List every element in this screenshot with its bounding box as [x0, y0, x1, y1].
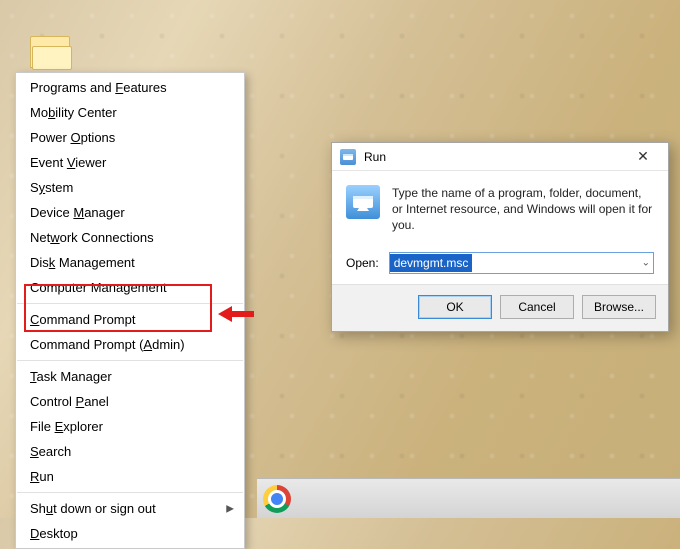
- menu-run[interactable]: Run: [16, 464, 244, 489]
- menu-system[interactable]: System: [16, 175, 244, 200]
- menu-disk-management[interactable]: Disk Management: [16, 250, 244, 275]
- run-description: Type the name of a program, folder, docu…: [392, 185, 654, 234]
- close-icon: ✕: [637, 148, 649, 165]
- menu-desktop[interactable]: Desktop: [16, 521, 244, 546]
- menu-mobility-center[interactable]: Mobility Center: [16, 100, 244, 125]
- taskbar: [257, 478, 680, 518]
- run-title: Run: [364, 150, 624, 164]
- menu-separator: [17, 360, 243, 361]
- menu-file-explorer[interactable]: File Explorer: [16, 414, 244, 439]
- menu-device-manager[interactable]: Device Manager: [16, 200, 244, 225]
- run-dialog: Run ✕ Type the name of a program, folder…: [331, 142, 669, 332]
- menu-power-options[interactable]: Power Options: [16, 125, 244, 150]
- close-button[interactable]: ✕: [624, 146, 662, 168]
- chevron-down-icon[interactable]: ⌄: [642, 257, 650, 268]
- menu-shutdown-signout[interactable]: Shut down or sign out ▶: [16, 496, 244, 521]
- menu-separator: [17, 492, 243, 493]
- cancel-button[interactable]: Cancel: [500, 295, 574, 319]
- menu-task-manager[interactable]: Task Manager: [16, 364, 244, 389]
- menu-event-viewer[interactable]: Event Viewer: [16, 150, 244, 175]
- menu-programs-features[interactable]: Programs and Features: [16, 75, 244, 100]
- menu-network-connections[interactable]: Network Connections: [16, 225, 244, 250]
- browse-button[interactable]: Browse...: [582, 295, 656, 319]
- ok-button[interactable]: OK: [418, 295, 492, 319]
- menu-separator: [17, 303, 243, 304]
- taskbar-chrome-icon[interactable]: [263, 485, 291, 513]
- open-combobox[interactable]: devmgmt.msc ⌄: [389, 252, 654, 274]
- run-titlebar[interactable]: Run ✕: [332, 143, 668, 171]
- open-label: Open:: [346, 256, 379, 270]
- run-icon: [340, 149, 356, 165]
- chevron-right-icon: ▶: [226, 503, 234, 514]
- run-button-row: OK Cancel Browse...: [332, 284, 668, 331]
- menu-computer-management[interactable]: Computer Management: [16, 275, 244, 300]
- open-value: devmgmt.msc: [390, 254, 473, 272]
- menu-command-prompt-admin[interactable]: Command Prompt (Admin): [16, 332, 244, 357]
- desktop-folder-icon[interactable]: [30, 36, 70, 68]
- run-app-icon: [346, 185, 380, 219]
- winx-context-menu: Programs and Features Mobility Center Po…: [15, 72, 245, 549]
- menu-control-panel[interactable]: Control Panel: [16, 389, 244, 414]
- menu-command-prompt[interactable]: Command Prompt: [16, 307, 244, 332]
- menu-search[interactable]: Search: [16, 439, 244, 464]
